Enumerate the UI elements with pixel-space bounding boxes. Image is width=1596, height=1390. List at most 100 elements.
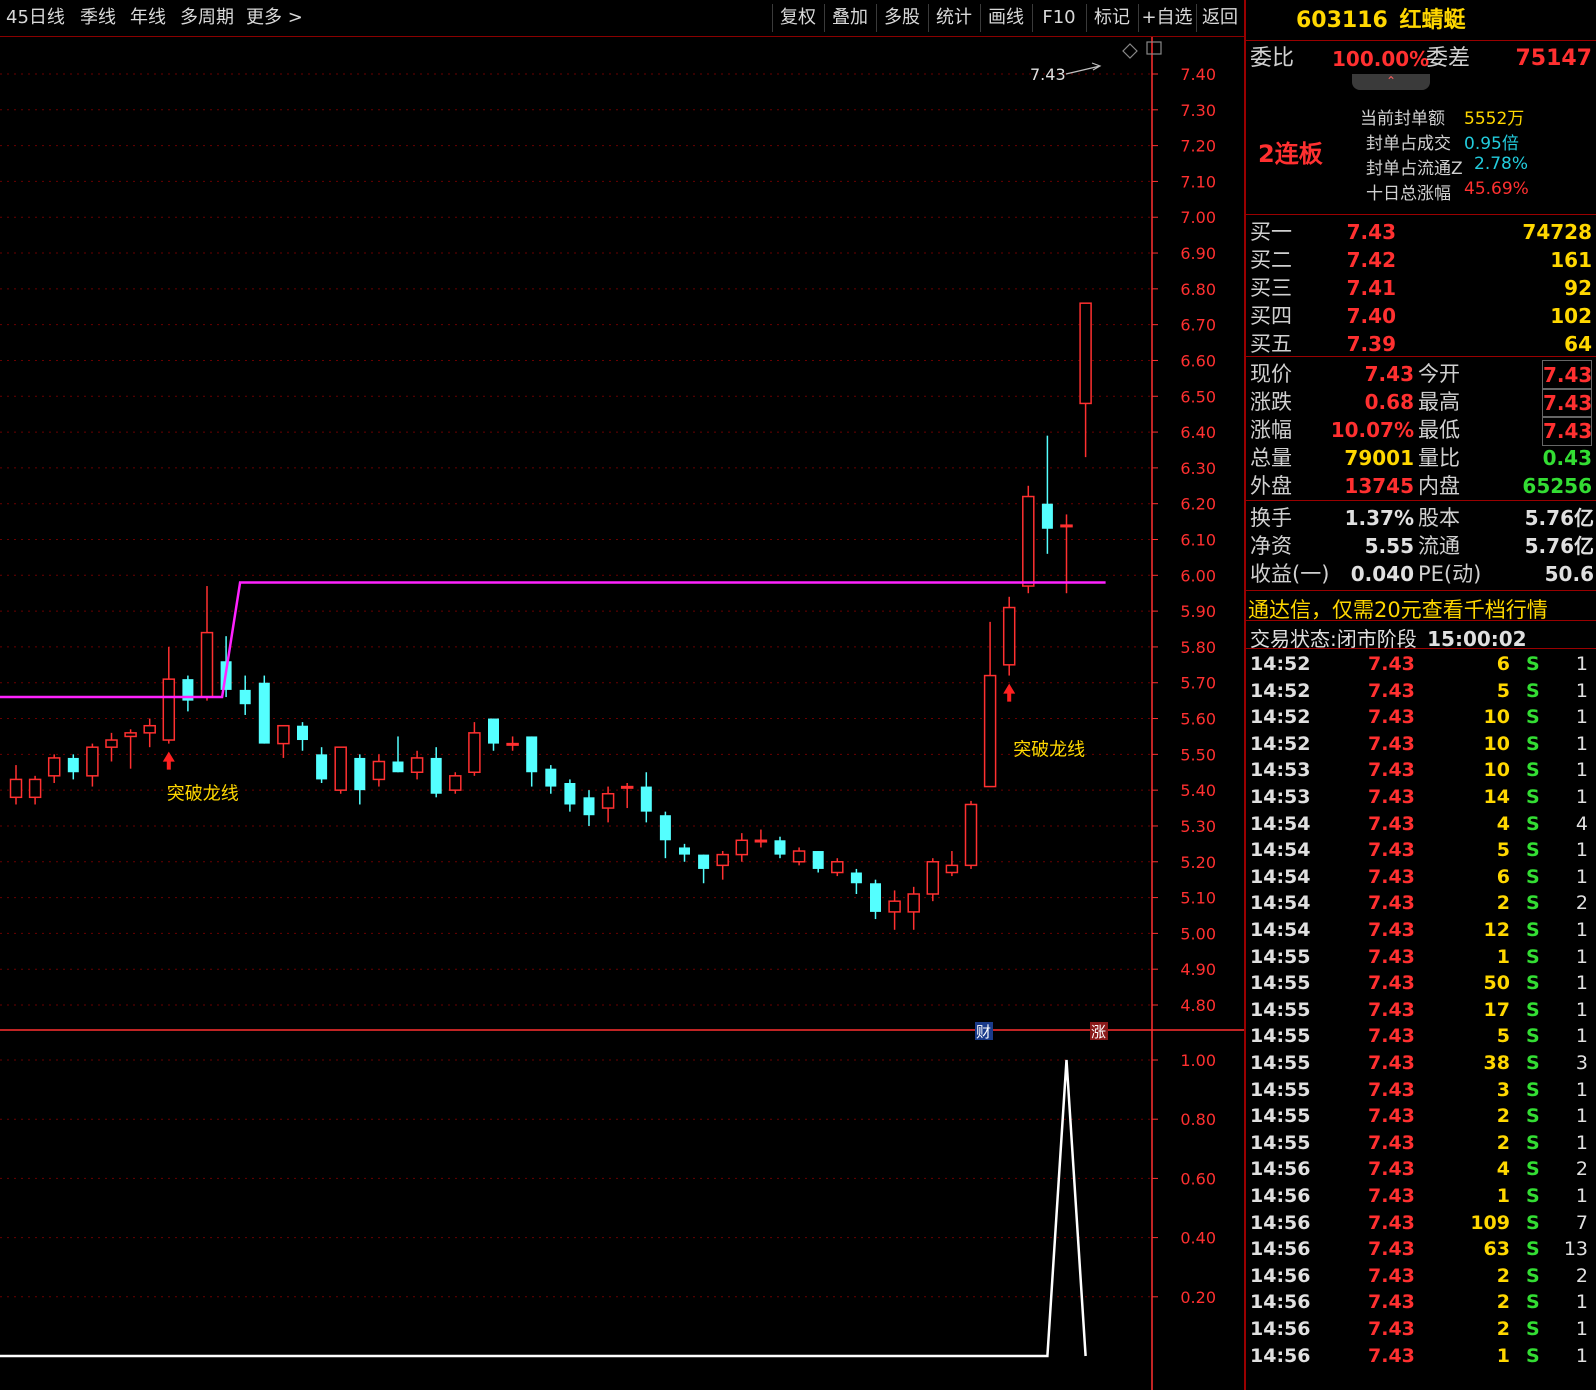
candle-body	[716, 853, 729, 867]
candle-body	[506, 742, 519, 746]
fuquan-button[interactable]: 复权	[772, 4, 823, 32]
candle-body	[964, 803, 978, 867]
tick-time: 14:56	[1250, 1264, 1311, 1287]
candle-body	[526, 736, 538, 773]
tick-count: 2	[1575, 892, 1588, 915]
candle-body	[792, 850, 806, 863]
collapse-toggle[interactable]: ⌃	[1352, 74, 1430, 90]
period-45day-button[interactable]: 45日线	[6, 0, 65, 36]
fund-value: 5.55	[1364, 534, 1414, 558]
tick-side: S	[1526, 812, 1540, 835]
tick-price: 7.43	[1368, 1238, 1415, 1261]
y-tick-label: 6.60	[1180, 351, 1216, 370]
bid-row[interactable]: 买三 7.41 92	[1246, 274, 1596, 302]
tick-row: 14:56 7.43 109 S 7	[1246, 1210, 1596, 1237]
tick-row: 14:55 7.43 38 S 3	[1246, 1050, 1596, 1077]
candle-body	[297, 725, 308, 741]
candle-body	[812, 851, 824, 869]
tick-count: 2	[1575, 1264, 1588, 1287]
fund-value-right: 50.6	[1544, 562, 1594, 586]
candle-body	[1002, 606, 1016, 666]
period-year-button[interactable]: 年线	[130, 0, 166, 36]
tick-row: 14:56 7.43 4 S 2	[1246, 1156, 1596, 1183]
indicator-tick-label: 0.60	[1180, 1169, 1216, 1188]
tick-volume: 38	[1483, 1052, 1510, 1074]
candle-body	[888, 900, 901, 913]
y-tick-label: 5.90	[1180, 602, 1216, 621]
draw-line-button[interactable]: 画线	[980, 4, 1031, 32]
tick-volume: 2	[1496, 1291, 1510, 1314]
indicator-line	[0, 1059, 1087, 1358]
chart-toolbar: 45日线 季线 年线 多周期 更多 > 复权 叠加 多股 统计 画线 F10 标…	[0, 0, 1244, 37]
quote-value: 13745	[1344, 474, 1414, 498]
tick-side: S	[1526, 1291, 1540, 1314]
tick-count: 1	[1575, 945, 1588, 968]
kline-chart-svg[interactable]: 7.40 7.30 7.20 7.10 7.00 6.90 6.80 6.70 6.60 6.50…	[0, 0, 1244, 1390]
bid-price: 7.41	[1346, 276, 1396, 300]
candle-body	[850, 872, 862, 884]
seal-value-2: 2.78%	[1474, 154, 1529, 174]
tick-volume: 17	[1483, 998, 1510, 1021]
multi-stock-button[interactable]: 多股	[876, 4, 927, 32]
tick-side: S	[1526, 1158, 1540, 1181]
weicha-label: 委差	[1426, 46, 1471, 71]
tick-row: 14:53 7.43 10 S 1	[1246, 757, 1596, 784]
seal-label-1: 封单占成交	[1366, 134, 1451, 154]
tick-volume: 5	[1496, 839, 1510, 862]
add-watchlist-button[interactable]: +自选	[1138, 4, 1195, 32]
tick-row: 14:55 7.43 2 S 1	[1246, 1103, 1596, 1130]
current-price-label: 7.43	[1030, 65, 1066, 84]
tick-price: 7.43	[1368, 759, 1415, 782]
tick-row: 14:55 7.43 50 S 1	[1246, 970, 1596, 997]
tick-volume: 12	[1483, 919, 1510, 941]
candle-body	[983, 674, 997, 788]
candle-body	[162, 678, 176, 741]
fund-row: 收益(一) 0.040 PE(动) 50.6	[1246, 560, 1596, 588]
period-quarter-button[interactable]: 季线	[80, 0, 116, 36]
quote-row: 涨幅 10.07% 最低 7.43	[1246, 416, 1596, 446]
back-button[interactable]: 返回	[1196, 4, 1243, 32]
statistics-button[interactable]: 统计	[928, 4, 979, 32]
tick-price: 7.43	[1368, 1025, 1415, 1048]
tick-volume: 4	[1496, 1158, 1510, 1181]
bid-row[interactable]: 买四 7.40 102	[1246, 302, 1596, 330]
tick-price: 7.43	[1368, 1211, 1415, 1234]
more-menu-button[interactable]: 更多 >	[246, 0, 303, 36]
tick-side: S	[1526, 1238, 1540, 1261]
y-tick-label: 5.30	[1180, 817, 1216, 836]
y-tick-label: 6.00	[1180, 566, 1216, 585]
candle-body	[754, 839, 768, 843]
quote-row: 涨跌 0.68 最高 7.43	[1246, 388, 1596, 418]
tick-side: S	[1526, 919, 1540, 941]
tick-time: 14:52	[1250, 653, 1311, 675]
fund-value-right: 5.76亿	[1524, 534, 1594, 558]
candle-body	[47, 757, 61, 777]
y-tick-label: 5.20	[1180, 853, 1216, 872]
multi-period-button[interactable]: 多周期	[180, 0, 234, 36]
fund-value: 0.040	[1350, 562, 1414, 586]
overlay-button[interactable]: 叠加	[824, 4, 875, 32]
tick-time: 14:54	[1250, 892, 1311, 915]
tick-price: 7.43	[1368, 919, 1415, 941]
bid-row[interactable]: 买五 7.39 64	[1246, 330, 1596, 358]
tick-volume: 4	[1496, 812, 1510, 835]
quote-label-right: 最低	[1418, 418, 1460, 442]
f10-button[interactable]: F10	[1032, 4, 1085, 32]
tick-volume: 10	[1483, 732, 1510, 755]
tick-row: 14:55 7.43 3 S 1	[1246, 1077, 1596, 1104]
diamond-icon	[1122, 43, 1138, 59]
fund-label: 净资	[1250, 534, 1292, 558]
y-tick-label: 6.50	[1180, 387, 1216, 406]
bid-volume: 64	[1564, 332, 1592, 356]
kline-chart-area[interactable]: 7.40 7.30 7.20 7.10 7.00 6.90 6.80 6.70 6.60 6.50…	[0, 0, 1244, 1390]
breakout-label: 突破龙线	[167, 784, 239, 805]
mark-button[interactable]: 标记	[1086, 4, 1137, 32]
candle-body	[354, 757, 366, 791]
tick-side: S	[1526, 653, 1540, 675]
bid-row[interactable]: 买二 7.42 161	[1246, 246, 1596, 274]
price-pointer-icon	[1065, 62, 1102, 75]
tick-row: 14:54 7.43 12 S 1	[1246, 917, 1596, 944]
bid-row[interactable]: 买一 7.43 74728	[1246, 218, 1596, 246]
bid-label: 买三	[1250, 276, 1292, 300]
tick-row: 14:54 7.43 6 S 1	[1246, 864, 1596, 891]
